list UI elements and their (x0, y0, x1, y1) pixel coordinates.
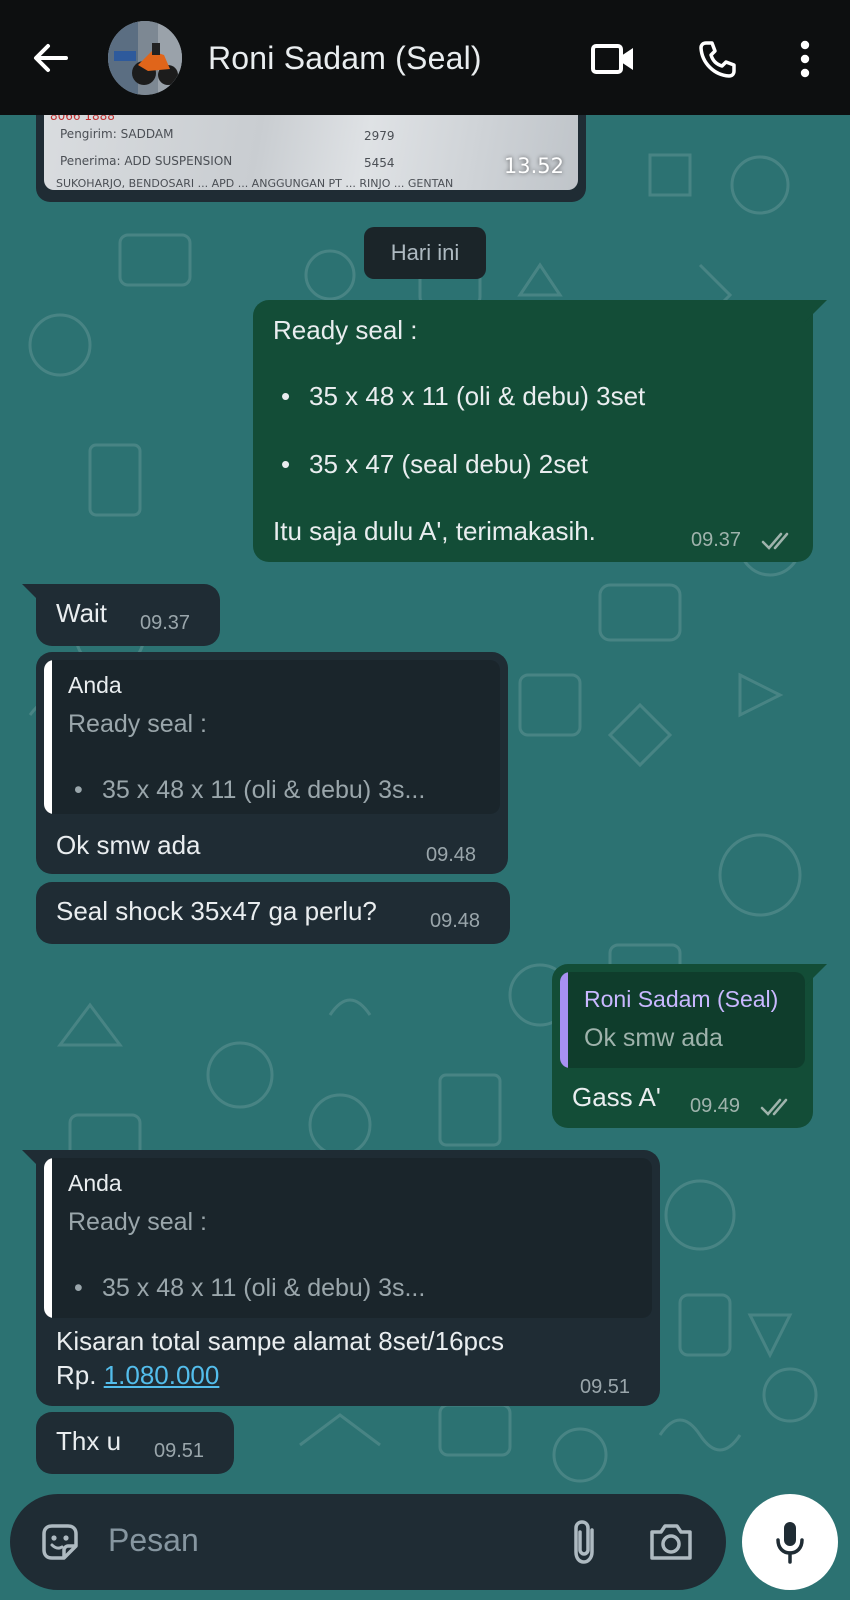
outgoing-message[interactable]: Roni Sadam (Seal) Ok smw ada Gass A' 09.… (552, 964, 827, 1128)
quote-text: Ready seal : (68, 1208, 207, 1236)
contact-name[interactable]: Roni Sadam (Seal) (208, 40, 482, 77)
bullet-dot: • (74, 1274, 83, 1302)
message-text: Kisaran total sampe alamat 8set/16pcs (56, 1326, 505, 1356)
message-input[interactable]: Pesan (108, 1522, 199, 1559)
message-time: 09.49 (690, 1095, 741, 1117)
message-text: Ok smw ada (56, 830, 201, 860)
quoted-message[interactable]: Anda Ready seal : • 35 x 48 x 11 (oli & … (44, 1158, 652, 1318)
message-time: 09.37 (140, 612, 191, 634)
bubble-tail (22, 1150, 44, 1172)
message-text-line: Rp. 1.080.000 (56, 1360, 219, 1391)
quote-author: Roni Sadam (Seal) (584, 986, 779, 1012)
message-text: 35 x 48 x 11 (oli & debu) 3set (309, 381, 646, 411)
incoming-message[interactable]: Anda Ready seal : • 35 x 48 x 11 (oli & … (22, 1150, 660, 1406)
quote-text: Ready seal : (68, 710, 207, 738)
quoted-message[interactable]: Roni Sadam (Seal) Ok smw ada (560, 972, 805, 1068)
quote-text: Ok smw ada (584, 1024, 723, 1052)
price-prefix: Rp. (56, 1360, 104, 1390)
bubble-tail (22, 584, 44, 606)
back-arrow-icon[interactable] (30, 38, 70, 78)
message-time: 09.51 (580, 1376, 631, 1398)
quoted-message[interactable]: Anda Ready seal : • 35 x 48 x 11 (oli & … (44, 660, 500, 814)
quote-bar (560, 972, 568, 1068)
receipt-line: Pengirim: SADDAM (60, 127, 174, 141)
message-text: Gass A' (572, 1082, 661, 1112)
bubble-tail (805, 964, 827, 986)
quote-bar (44, 660, 52, 814)
quote-text: 35 x 48 x 11 (oli & debu) 3s... (102, 776, 426, 804)
chat-header: Roni Sadam (Seal) (0, 0, 850, 115)
message-time: 09.48 (426, 844, 477, 866)
bullet-dot: • (74, 776, 83, 804)
voice-call-icon[interactable] (694, 36, 740, 82)
bubble-tail (805, 300, 827, 322)
avatar-photo (108, 21, 182, 95)
incoming-message[interactable]: Wait 09.37 (22, 584, 220, 646)
incoming-message[interactable]: Anda Ready seal : • 35 x 48 x 11 (oli & … (36, 652, 508, 874)
message-text: Thx u (56, 1426, 122, 1456)
bullet-dot: • (281, 449, 291, 479)
double-check-icon (761, 532, 789, 550)
message-input-bar[interactable]: Pesan (10, 1494, 726, 1590)
outgoing-message[interactable]: Ready seal : • 35 x 48 x 11 (oli & debu)… (253, 300, 827, 562)
incoming-message[interactable]: Seal shock 35x47 ga perlu? 09.48 (36, 882, 510, 944)
phone-number-link[interactable]: 1.080.000 (104, 1360, 220, 1390)
mic-icon (776, 1522, 804, 1564)
message-text: Wait (56, 598, 108, 628)
sticker-icon[interactable] (38, 1520, 82, 1564)
attach-icon[interactable] (562, 1518, 608, 1566)
camera-icon[interactable] (646, 1518, 696, 1566)
message-text: Ready seal : (273, 315, 418, 345)
receipt-line: 2979 (364, 129, 395, 143)
image-message[interactable]: 8066 1888 Pengirim: SADDAM Penerima: ADD… (36, 115, 586, 202)
date-separator: Hari ini (364, 227, 486, 279)
message-text: 35 x 47 (seal debu) 2set (309, 449, 588, 479)
contact-avatar[interactable] (108, 21, 182, 95)
quote-author: Anda (68, 1170, 122, 1196)
more-vert-icon[interactable] (782, 36, 828, 82)
receipt-line: Penerima: ADD SUSPENSION (60, 154, 233, 168)
quote-author: Anda (68, 672, 122, 698)
receipt-line: 5454 (364, 156, 395, 170)
video-call-icon[interactable] (590, 36, 636, 82)
voice-message-button[interactable] (742, 1494, 838, 1590)
quote-text: 35 x 48 x 11 (oli & debu) 3s... (102, 1274, 426, 1302)
receipt-image: 8066 1888 Pengirim: SADDAM Penerima: ADD… (44, 115, 578, 190)
receipt-line: SUKOHARJO, BENDOSARI ... APD ... ANGGUNG… (56, 177, 454, 190)
message-time: 09.51 (154, 1440, 205, 1462)
message-text: Itu saja dulu A', terimakasih. (273, 516, 596, 546)
bullet-dot: • (281, 381, 291, 411)
message-text: Seal shock 35x47 ga perlu? (56, 896, 377, 926)
message-time: 09.37 (691, 529, 742, 551)
double-check-icon (760, 1098, 788, 1116)
receipt-line: 8066 1888 (50, 115, 115, 123)
quote-bar (44, 1158, 52, 1318)
message-time: 09.48 (430, 910, 481, 932)
incoming-message[interactable]: Thx u 09.51 (36, 1412, 234, 1474)
message-time: 13.52 (503, 154, 564, 178)
